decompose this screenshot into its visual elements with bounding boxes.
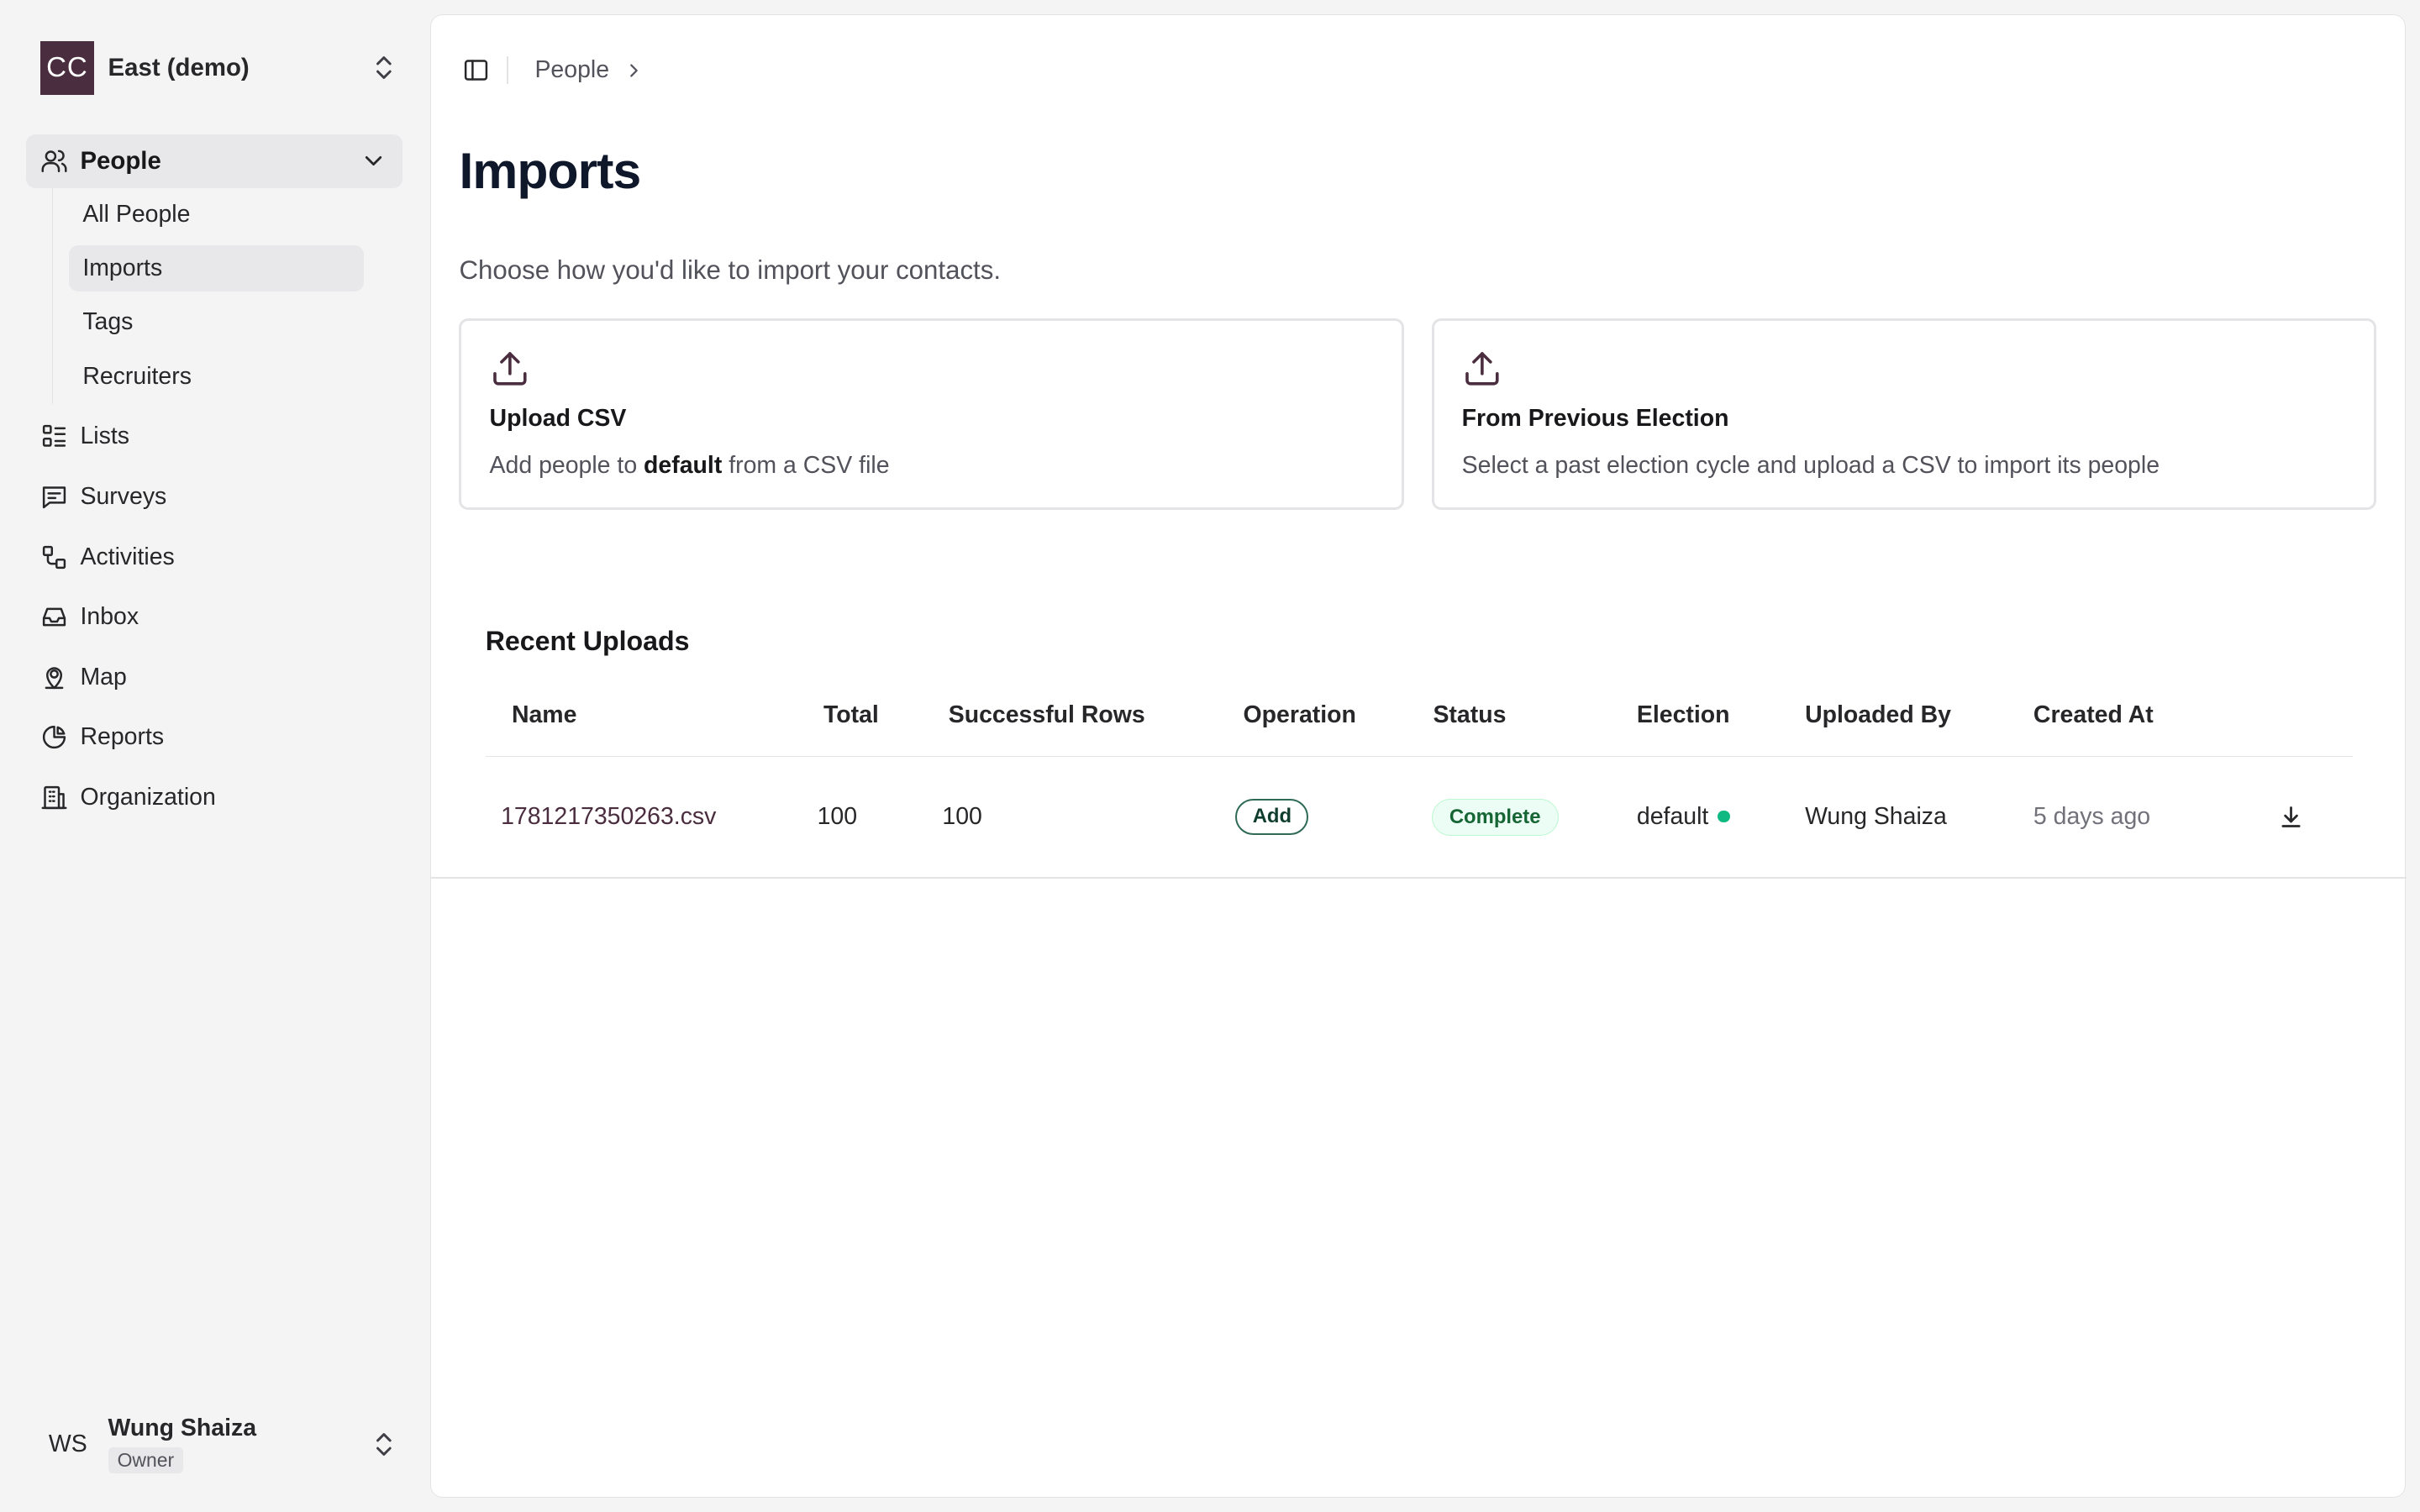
sidebar-item-reports[interactable]: Reports xyxy=(40,716,395,759)
column-header-uploaded-by[interactable]: Uploaded By xyxy=(1805,701,1951,729)
table-header: Name Total Successful Rows Operation Sta… xyxy=(485,689,2354,757)
chevrons-up-down-icon xyxy=(376,1432,392,1456)
sidebar-item-label: Organization xyxy=(80,784,216,811)
election-active-dot xyxy=(1718,810,1731,823)
card-title: From Previous Election xyxy=(1461,404,1729,432)
column-header-name[interactable]: Name xyxy=(512,701,577,729)
card-description: Select a past election cycle and upload … xyxy=(1461,452,2160,480)
cell-successful-rows: 100 xyxy=(942,803,982,831)
sidebar-subitem-tags[interactable]: Tags xyxy=(69,299,364,345)
inbox-icon xyxy=(42,607,66,627)
column-header-successful-rows[interactable]: Successful Rows xyxy=(949,701,1145,729)
cell-election: default xyxy=(1636,803,1731,831)
status-badge: Complete xyxy=(1431,798,1559,837)
column-header-status[interactable]: Status xyxy=(1433,701,1506,729)
sidebar-item-map[interactable]: Map xyxy=(40,656,395,699)
sidebar-item-label: Map xyxy=(80,663,127,690)
upload-icon xyxy=(492,352,527,386)
pie-chart-icon xyxy=(42,726,66,749)
card-title: Upload CSV xyxy=(489,404,627,432)
upload-csv-card[interactable]: Upload CSV Add people to default from a … xyxy=(459,318,1404,511)
org-name: East (demo) xyxy=(108,53,250,81)
sidebar-item-label: Lists xyxy=(80,423,129,450)
list-icon xyxy=(42,425,66,448)
column-header-total[interactable]: Total xyxy=(823,701,879,729)
operation-badge: Add xyxy=(1235,798,1309,835)
people-subnav: All People Imports Tags Recruiters xyxy=(52,188,376,405)
page-subtitle: Choose how you'd like to import your con… xyxy=(459,255,1002,286)
user-info: Wung Shaiza Owner xyxy=(108,1415,374,1473)
toolbar: People xyxy=(462,55,643,86)
content-divider xyxy=(431,877,2407,879)
chevron-right-icon xyxy=(630,64,639,77)
chevrons-up-down-icon xyxy=(376,56,392,80)
recent-uploads-title: Recent Uploads xyxy=(485,625,690,656)
election-name: default xyxy=(1636,803,1709,831)
user-role-badge: Owner xyxy=(108,1446,184,1473)
sidebar-item-organization[interactable]: Organization xyxy=(40,776,395,819)
org-switcher[interactable]: CC East (demo) xyxy=(39,40,395,96)
users-icon xyxy=(41,150,67,173)
activities-icon xyxy=(42,545,66,569)
avatar: WS xyxy=(48,1430,87,1457)
upload-icon xyxy=(1465,352,1499,386)
sidebar-item-people[interactable]: People xyxy=(26,134,403,189)
card-description: Add people to default from a CSV file xyxy=(489,452,890,480)
chevron-down-icon[interactable] xyxy=(360,147,387,175)
sidebar-subitem-recruiters[interactable]: Recruiters xyxy=(69,354,364,400)
sidebar-item-label: Activities xyxy=(80,543,175,570)
sidebar-toggle-icon[interactable] xyxy=(462,56,490,84)
cell-total: 100 xyxy=(817,803,858,831)
column-header-created-at[interactable]: Created At xyxy=(2033,701,2154,729)
sidebar-item-label: Reports xyxy=(80,723,165,751)
main-panel: People Imports Choose how you'd like to … xyxy=(430,13,2407,1499)
sidebar-item-inbox[interactable]: Inbox xyxy=(40,596,395,638)
sidebar-item-lists[interactable]: Lists xyxy=(40,415,395,458)
sidebar-subitem-imports[interactable]: Imports xyxy=(68,245,364,292)
sidebar-item-surveys[interactable]: Surveys xyxy=(40,475,395,518)
column-header-election[interactable]: Election xyxy=(1637,701,1730,729)
sidebar: CC East (demo) People All People Imports… xyxy=(0,0,429,1512)
sidebar-item-label: Surveys xyxy=(80,482,167,510)
download-icon[interactable] xyxy=(2277,803,2305,831)
toolbar-divider xyxy=(507,56,509,85)
cell-created-at: 5 days ago xyxy=(2033,803,2151,831)
user-menu[interactable]: WS Wung Shaiza Owner xyxy=(40,1410,395,1478)
cell-uploaded-by: Wung Shaiza xyxy=(1805,803,1947,831)
survey-icon xyxy=(42,486,66,509)
map-pin-icon xyxy=(45,667,64,689)
sidebar-item-label: People xyxy=(80,146,161,175)
org-logo: CC xyxy=(39,40,95,95)
breadcrumb-people[interactable]: People xyxy=(534,56,609,84)
sidebar-item-label: Inbox xyxy=(80,603,139,631)
user-name: Wung Shaiza xyxy=(108,1415,257,1442)
sidebar-item-activities[interactable]: Activities xyxy=(40,535,395,578)
column-header-operation[interactable]: Operation xyxy=(1244,701,1356,729)
building-icon xyxy=(41,785,67,810)
page-title: Imports xyxy=(459,142,641,200)
upload-file-link[interactable]: 1781217350263.csv xyxy=(501,803,716,831)
table-row: 1781217350263.csv 100 100 Add Complete d… xyxy=(486,757,2353,877)
previous-election-card[interactable]: From Previous Election Select a past ele… xyxy=(1431,318,2376,511)
sidebar-subitem-all-people[interactable]: All People xyxy=(69,192,364,238)
